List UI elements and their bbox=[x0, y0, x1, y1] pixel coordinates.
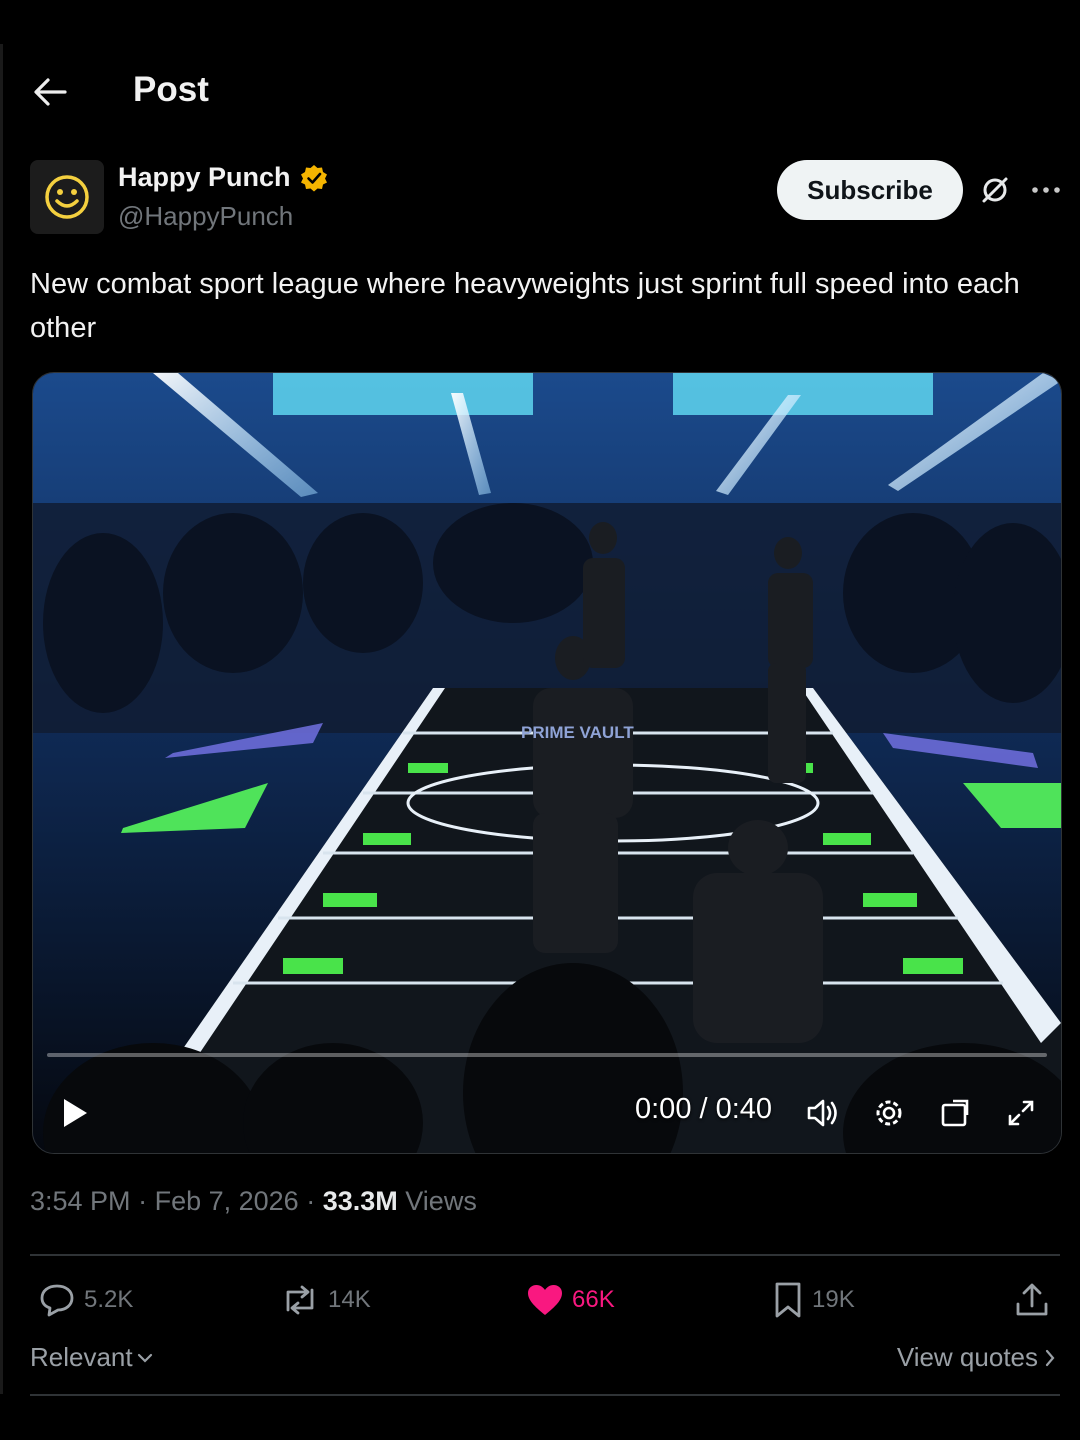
bookmark-icon bbox=[775, 1282, 801, 1318]
share-icon bbox=[1016, 1283, 1048, 1316]
play-button[interactable] bbox=[53, 1091, 97, 1135]
jersey-text: PRIME VAULT bbox=[521, 723, 634, 742]
views-count: 33.3M bbox=[322, 1186, 398, 1216]
sort-label: Relevant bbox=[30, 1342, 133, 1372]
reply-button[interactable]: 5.2K bbox=[38, 1272, 133, 1328]
play-icon bbox=[64, 1099, 87, 1127]
share-button[interactable] bbox=[1014, 1272, 1050, 1328]
chevron-right-icon bbox=[1045, 1349, 1055, 1366]
author-name-text: Happy Punch bbox=[118, 162, 291, 192]
window-edge bbox=[0, 44, 3, 1394]
verified-badge-icon bbox=[300, 164, 327, 191]
action-bar: 5.2K 14K 66K 19K bbox=[30, 1272, 1060, 1328]
post-meta: 3:54 PM · Feb 7, 2026 · 33.3M Views bbox=[30, 1186, 477, 1216]
video-frame: PRIME VAULT bbox=[33, 373, 1061, 1153]
post-time[interactable]: 3:54 PM bbox=[30, 1186, 131, 1216]
settings-icon bbox=[876, 1100, 902, 1126]
top-bar: Post bbox=[0, 60, 1080, 124]
grok-icon bbox=[982, 177, 1008, 203]
more-options-button[interactable] bbox=[1024, 172, 1068, 208]
avatar[interactable] bbox=[30, 160, 104, 234]
bookmark-button[interactable]: 19K bbox=[772, 1272, 855, 1328]
page-title: Post bbox=[133, 70, 209, 109]
grok-button[interactable] bbox=[976, 170, 1014, 210]
post-date[interactable]: Feb 7, 2026 bbox=[155, 1186, 299, 1216]
divider bbox=[30, 1394, 1060, 1396]
chevron-down-icon bbox=[137, 1353, 152, 1363]
fullscreen-button[interactable] bbox=[999, 1091, 1043, 1135]
video-progress-bar[interactable] bbox=[47, 1053, 1047, 1057]
like-count: 66K bbox=[572, 1286, 615, 1313]
subscribe-button[interactable]: Subscribe bbox=[777, 160, 963, 220]
repost-button[interactable]: 14K bbox=[280, 1272, 371, 1328]
like-button[interactable]: 66K bbox=[526, 1272, 615, 1328]
picture-in-picture-icon bbox=[941, 1099, 969, 1127]
heart-icon bbox=[528, 1285, 562, 1315]
smiley-icon bbox=[45, 175, 89, 219]
bookmark-count: 19K bbox=[812, 1286, 855, 1313]
video-player[interactable]: PRIME VAULT 0:00 / 0:40 bbox=[32, 372, 1062, 1154]
arrow-left-icon bbox=[34, 78, 67, 106]
video-timecode: 0:00 / 0:40 bbox=[635, 1093, 773, 1125]
picture-in-picture-button[interactable] bbox=[933, 1091, 977, 1135]
views-label: Views bbox=[405, 1186, 477, 1216]
divider bbox=[30, 1254, 1060, 1256]
reply-count: 5.2K bbox=[84, 1286, 134, 1313]
author-handle[interactable]: @HappyPunch bbox=[118, 201, 293, 232]
fullscreen-icon bbox=[1008, 1100, 1034, 1126]
back-button[interactable] bbox=[30, 72, 70, 112]
view-quotes-link[interactable]: View quotes bbox=[897, 1342, 1056, 1373]
sort-replies-dropdown[interactable]: Relevant bbox=[30, 1342, 153, 1373]
volume-button[interactable] bbox=[801, 1091, 845, 1135]
repost-count: 14K bbox=[328, 1286, 371, 1313]
reply-icon bbox=[40, 1284, 74, 1317]
volume-icon bbox=[807, 1099, 837, 1127]
author-name[interactable]: Happy Punch bbox=[118, 162, 329, 193]
more-horizontal-icon bbox=[1032, 187, 1060, 193]
settings-button[interactable] bbox=[867, 1091, 911, 1135]
post-text: New combat sport league where heavyweigh… bbox=[30, 268, 1020, 344]
repost-icon bbox=[286, 1285, 314, 1315]
view-quotes-label: View quotes bbox=[896, 1342, 1038, 1372]
